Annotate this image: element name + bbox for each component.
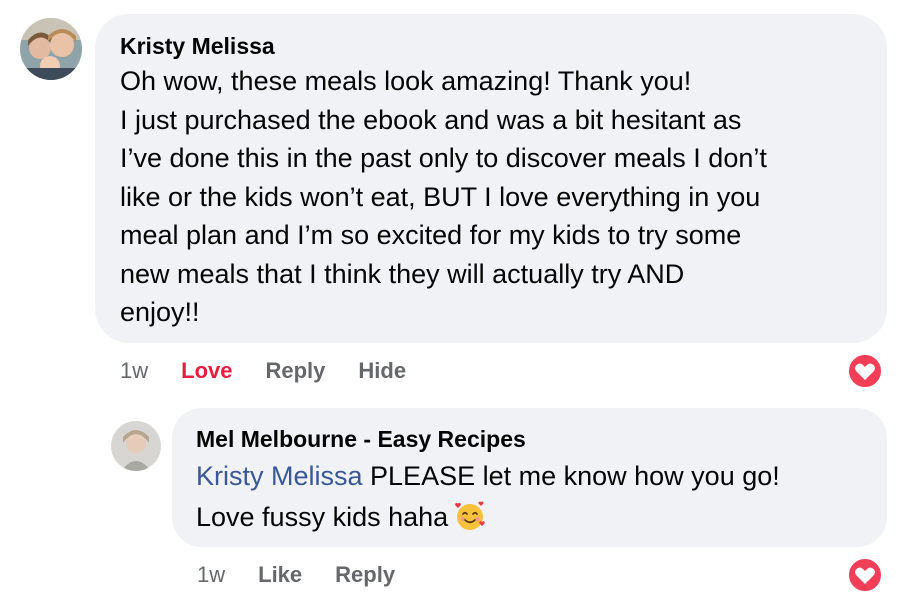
commenter-avatar[interactable] <box>20 18 82 80</box>
reply-button[interactable]: Reply <box>335 562 395 588</box>
comment-text-line: enjoy!! <box>120 297 200 327</box>
comment-text-line: Oh wow, these meals look amazing! Thank … <box>120 66 692 96</box>
love-reaction-icon[interactable] <box>847 353 883 389</box>
hide-button[interactable]: Hide <box>358 358 406 384</box>
comment-actions: 1w Love Reply Hide <box>120 358 439 384</box>
love-button[interactable]: Love <box>181 358 232 384</box>
reply-text-line: Love fussy kids haha <box>196 497 780 544</box>
reply-author-name[interactable]: Mel Melbourne - Easy Recipes <box>196 426 526 453</box>
comment-text-line: new meals that I think they will actuall… <box>120 258 685 289</box>
replier-avatar[interactable] <box>111 421 161 471</box>
reply-button[interactable]: Reply <box>265 358 325 384</box>
comment-text-line: I’ve done this in the past only to disco… <box>120 143 767 173</box>
comment-author-name[interactable]: Kristy Melissa <box>120 33 275 60</box>
reply-actions: 1w Like Reply <box>197 562 428 588</box>
smiling-face-with-hearts-icon <box>454 500 486 544</box>
reply-text-line: Kristy Melissa PLEASE let me know how yo… <box>196 456 780 497</box>
comment-text-line: I just purchased the ebook and was a bit… <box>120 104 742 135</box>
mention-link[interactable]: Kristy Melissa <box>196 461 363 491</box>
love-reaction-icon[interactable] <box>847 557 883 593</box>
comment-text-line: meal plan and I’m so excited for my kids… <box>120 220 742 250</box>
reply-text-fragment: PLEASE let me know how you go! <box>362 461 780 491</box>
like-button[interactable]: Like <box>258 562 302 588</box>
reply-text: Kristy Melissa PLEASE let me know how yo… <box>196 456 780 544</box>
reply-text-fragment: Love fussy kids haha <box>196 502 449 532</box>
comment-timestamp[interactable]: 1w <box>120 358 148 384</box>
comment-text-line: like or the kids won’t eat, BUT I love e… <box>120 181 761 212</box>
comment-text: Oh wow, these meals look amazing! Thank … <box>120 62 767 332</box>
reply-timestamp[interactable]: 1w <box>197 562 225 588</box>
